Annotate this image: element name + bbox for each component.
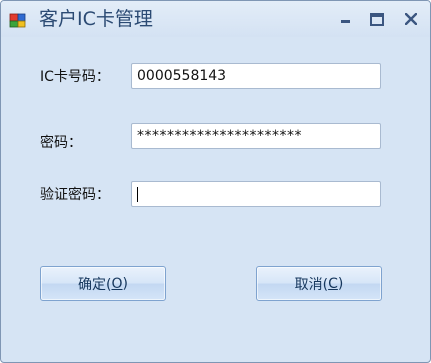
minimize-button[interactable] xyxy=(335,9,355,29)
maximize-icon xyxy=(370,12,384,26)
maximize-button[interactable] xyxy=(367,9,387,29)
card-number-label: IC卡号码： xyxy=(40,69,110,85)
card-number-field[interactable]: 0000558143 xyxy=(131,63,381,89)
cancel-button[interactable]: 取消(C) xyxy=(256,266,382,301)
cancel-button-label: 取消( xyxy=(294,276,329,293)
confirm-password-field[interactable] xyxy=(131,181,381,207)
password-label: 密码： xyxy=(40,135,82,151)
minimize-icon xyxy=(340,19,350,23)
app-icon xyxy=(9,11,27,29)
confirm-password-label: 验证密码： xyxy=(40,187,110,203)
cancel-button-accesskey: C xyxy=(328,275,338,292)
ok-button-label: 确定( xyxy=(78,276,112,293)
password-field[interactable]: ********************** xyxy=(131,123,381,149)
ok-button[interactable]: 确定(O) xyxy=(40,266,166,301)
cancel-button-label-end: ) xyxy=(337,275,344,292)
dialog-body: IC卡号码： 0000558143 密码： ******************… xyxy=(1,37,430,362)
close-icon xyxy=(405,13,417,25)
dialog-window: 客户IC卡管理 IC卡号码： 0000558143 密码： **********… xyxy=(0,0,431,363)
window-title: 客户IC卡管理 xyxy=(39,8,153,30)
close-button[interactable] xyxy=(401,9,421,29)
ok-button-accesskey: O xyxy=(111,275,123,292)
title-bar[interactable]: 客户IC卡管理 xyxy=(1,1,430,37)
text-caret xyxy=(137,187,138,202)
ok-button-label-end: ) xyxy=(122,275,128,292)
